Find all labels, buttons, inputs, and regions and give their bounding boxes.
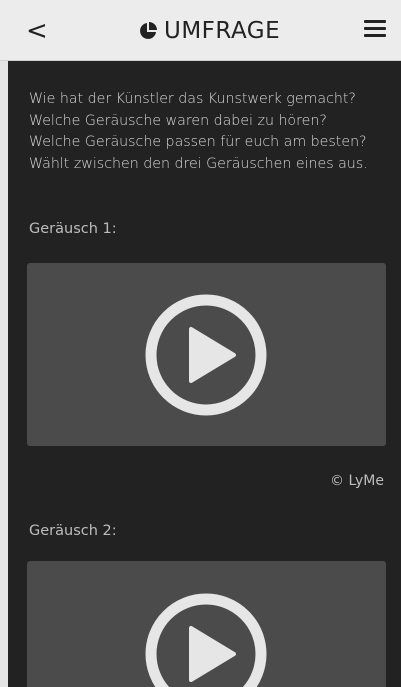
question-line: Welche Geräusche waren dabei zu hören? [29, 112, 327, 129]
sound-2-player[interactable] [27, 561, 386, 687]
copyright-credit: © LyMe [330, 473, 384, 489]
hamburger-menu-icon[interactable] [364, 20, 390, 42]
survey-content: Wie hat der Künstler das Kunstwerk gemac… [8, 61, 401, 687]
page-title-group: UMFRAGE [138, 14, 280, 48]
question-text: Wie hat der Künstler das Kunstwerk gemac… [29, 89, 394, 175]
play-circle-icon[interactable] [144, 592, 268, 687]
survey-screen: < UMFRAGE Wie hat der Künstler das Kunst… [0, 0, 401, 687]
sound-1-player[interactable] [27, 263, 386, 446]
sound-1-label: Geräusch 1: [29, 221, 117, 237]
app-header: < UMFRAGE [0, 0, 401, 61]
page-title: UMFRAGE [164, 18, 281, 44]
question-line: Wählt zwischen den drei Geräuschen eines… [29, 155, 368, 172]
back-button[interactable]: < [26, 13, 56, 49]
question-line: Welche Geräusche passen für euch am best… [29, 134, 367, 150]
sound-2-label: Geräusch 2: [29, 523, 117, 539]
pie-chart-icon [140, 22, 157, 39]
play-circle-icon[interactable] [144, 293, 268, 417]
question-line: Wie hat der Künstler das Kunstwerk gemac… [29, 91, 356, 107]
